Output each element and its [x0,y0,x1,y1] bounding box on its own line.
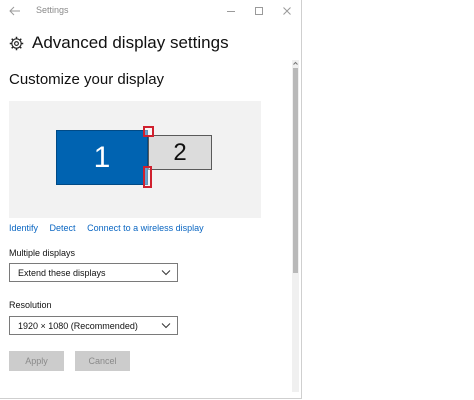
window-title: Settings [36,5,69,15]
display-links: Identify Detect Connect to a wireless di… [9,223,213,233]
resolution-dropdown[interactable]: 1920 × 1080 (Recommended) [9,316,178,335]
connect-wireless-display-link[interactable]: Connect to a wireless display [87,223,204,233]
detect-link[interactable]: Detect [50,223,76,233]
back-arrow-icon[interactable] [8,4,22,18]
section-title: Customize your display [9,71,165,88]
resolution-label: Resolution [9,300,52,310]
multiple-displays-dropdown[interactable]: Extend these displays [9,263,178,282]
chevron-down-icon [161,270,171,276]
scrollbar-thumb[interactable] [293,68,298,273]
monitor-drag-handle-bottom[interactable] [143,166,152,188]
multiple-displays-label: Multiple displays [9,248,76,258]
page-header: Advanced display settings [9,31,289,55]
gear-icon [9,36,24,51]
identify-link[interactable]: Identify [9,223,38,233]
monitor-2-number: 2 [173,138,187,166]
display-arrangement-preview: 1 2 [9,101,261,218]
vertical-scrollbar[interactable] [292,60,299,392]
monitor-1-number: 1 [93,140,111,174]
resolution-value: 1920 × 1080 (Recommended) [18,321,138,331]
multiple-displays-value: Extend these displays [18,268,106,278]
settings-window: Settings Advanced display settings Custo… [0,0,302,399]
minimize-button[interactable] [223,3,239,19]
chevron-down-icon [161,323,171,329]
monitor-2[interactable]: 2 [148,135,212,170]
scroll-up-arrow-icon[interactable] [292,60,299,67]
maximize-button[interactable] [251,3,267,19]
monitor-1[interactable]: 1 [56,130,148,185]
monitor-drag-handle-top[interactable] [143,126,154,137]
title-bar: Settings [0,0,301,22]
apply-button[interactable]: Apply [9,351,64,371]
cancel-button[interactable]: Cancel [75,351,130,371]
page-title: Advanced display settings [32,33,229,52]
close-button[interactable] [279,3,295,19]
